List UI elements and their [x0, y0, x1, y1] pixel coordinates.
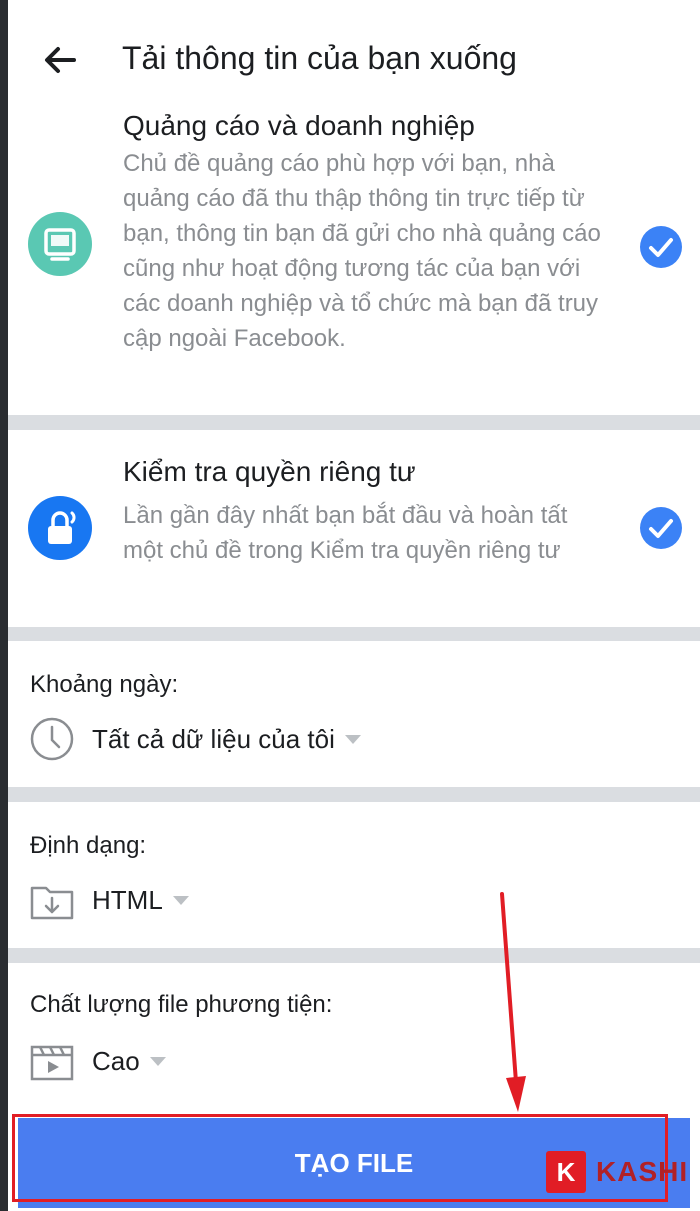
category-description: Lần gần đây nhất bạn bắt đầu và hoàn tất…	[123, 502, 568, 564]
media-quality-section: Chất lượng file phương tiện: Cao	[8, 963, 700, 1111]
privacy-lock-icon	[28, 496, 92, 560]
watermark-text: KASHI	[596, 1156, 689, 1187]
date-range-section: Khoảng ngày: Tất cả dữ liệu của tôi	[8, 641, 700, 787]
red-arrow-icon	[500, 892, 526, 1112]
checkmark-icon	[649, 238, 673, 257]
chevron-down-icon	[172, 895, 189, 905]
date-range-value: Tất cả dữ liệu của tôi	[92, 723, 335, 754]
video-clapper-icon	[30, 1045, 74, 1081]
format-label: Định dạng:	[30, 832, 147, 859]
clock-icon	[30, 717, 74, 761]
checkmark-icon	[649, 519, 673, 538]
category-title: Kiểm tra quyền riêng tư	[123, 456, 416, 487]
category-description: Chủ đề quảng cáo phù hợp với bạn, nhà qu…	[123, 150, 601, 352]
category-ads-businesses[interactable]: Quảng cáo và doanh nghiệp Chủ đề quảng c…	[8, 108, 700, 415]
date-range-select[interactable]: Tất cả dữ liệu của tôi	[28, 715, 361, 763]
ads-monitor-icon	[28, 212, 92, 276]
format-section: Định dạng: HTML	[8, 802, 700, 948]
back-button[interactable]	[38, 38, 82, 82]
media-quality-value: Cao	[92, 1045, 140, 1076]
watermark-logo: K KASHI	[546, 1151, 688, 1193]
app-screen: Tải thông tin của bạn xuống Quảng cáo và…	[0, 0, 700, 1211]
category-title: Quảng cáo và doanh nghiệp	[123, 110, 475, 141]
back-arrow-icon	[45, 47, 76, 73]
date-range-label: Khoảng ngày:	[30, 671, 179, 698]
window-edge	[0, 0, 8, 1211]
category-privacy-checkup[interactable]: Kiểm tra quyền riêng tư Lần gần đây nhất…	[8, 430, 700, 627]
format-value: HTML	[92, 884, 163, 915]
page-title: Tải thông tin của bạn xuống	[122, 40, 517, 76]
download-folder-icon	[30, 886, 74, 920]
media-quality-select[interactable]: Cao	[28, 1037, 166, 1085]
category-checkbox[interactable]	[640, 226, 682, 268]
top-bar: Tải thông tin của bạn xuống	[8, 0, 700, 109]
watermark-letter: K	[546, 1151, 586, 1193]
chevron-down-icon	[149, 1056, 166, 1066]
category-checkbox[interactable]	[640, 507, 682, 549]
format-select[interactable]: HTML	[28, 876, 189, 924]
chevron-down-icon	[344, 734, 361, 744]
media-quality-label: Chất lượng file phương tiện:	[30, 991, 333, 1018]
